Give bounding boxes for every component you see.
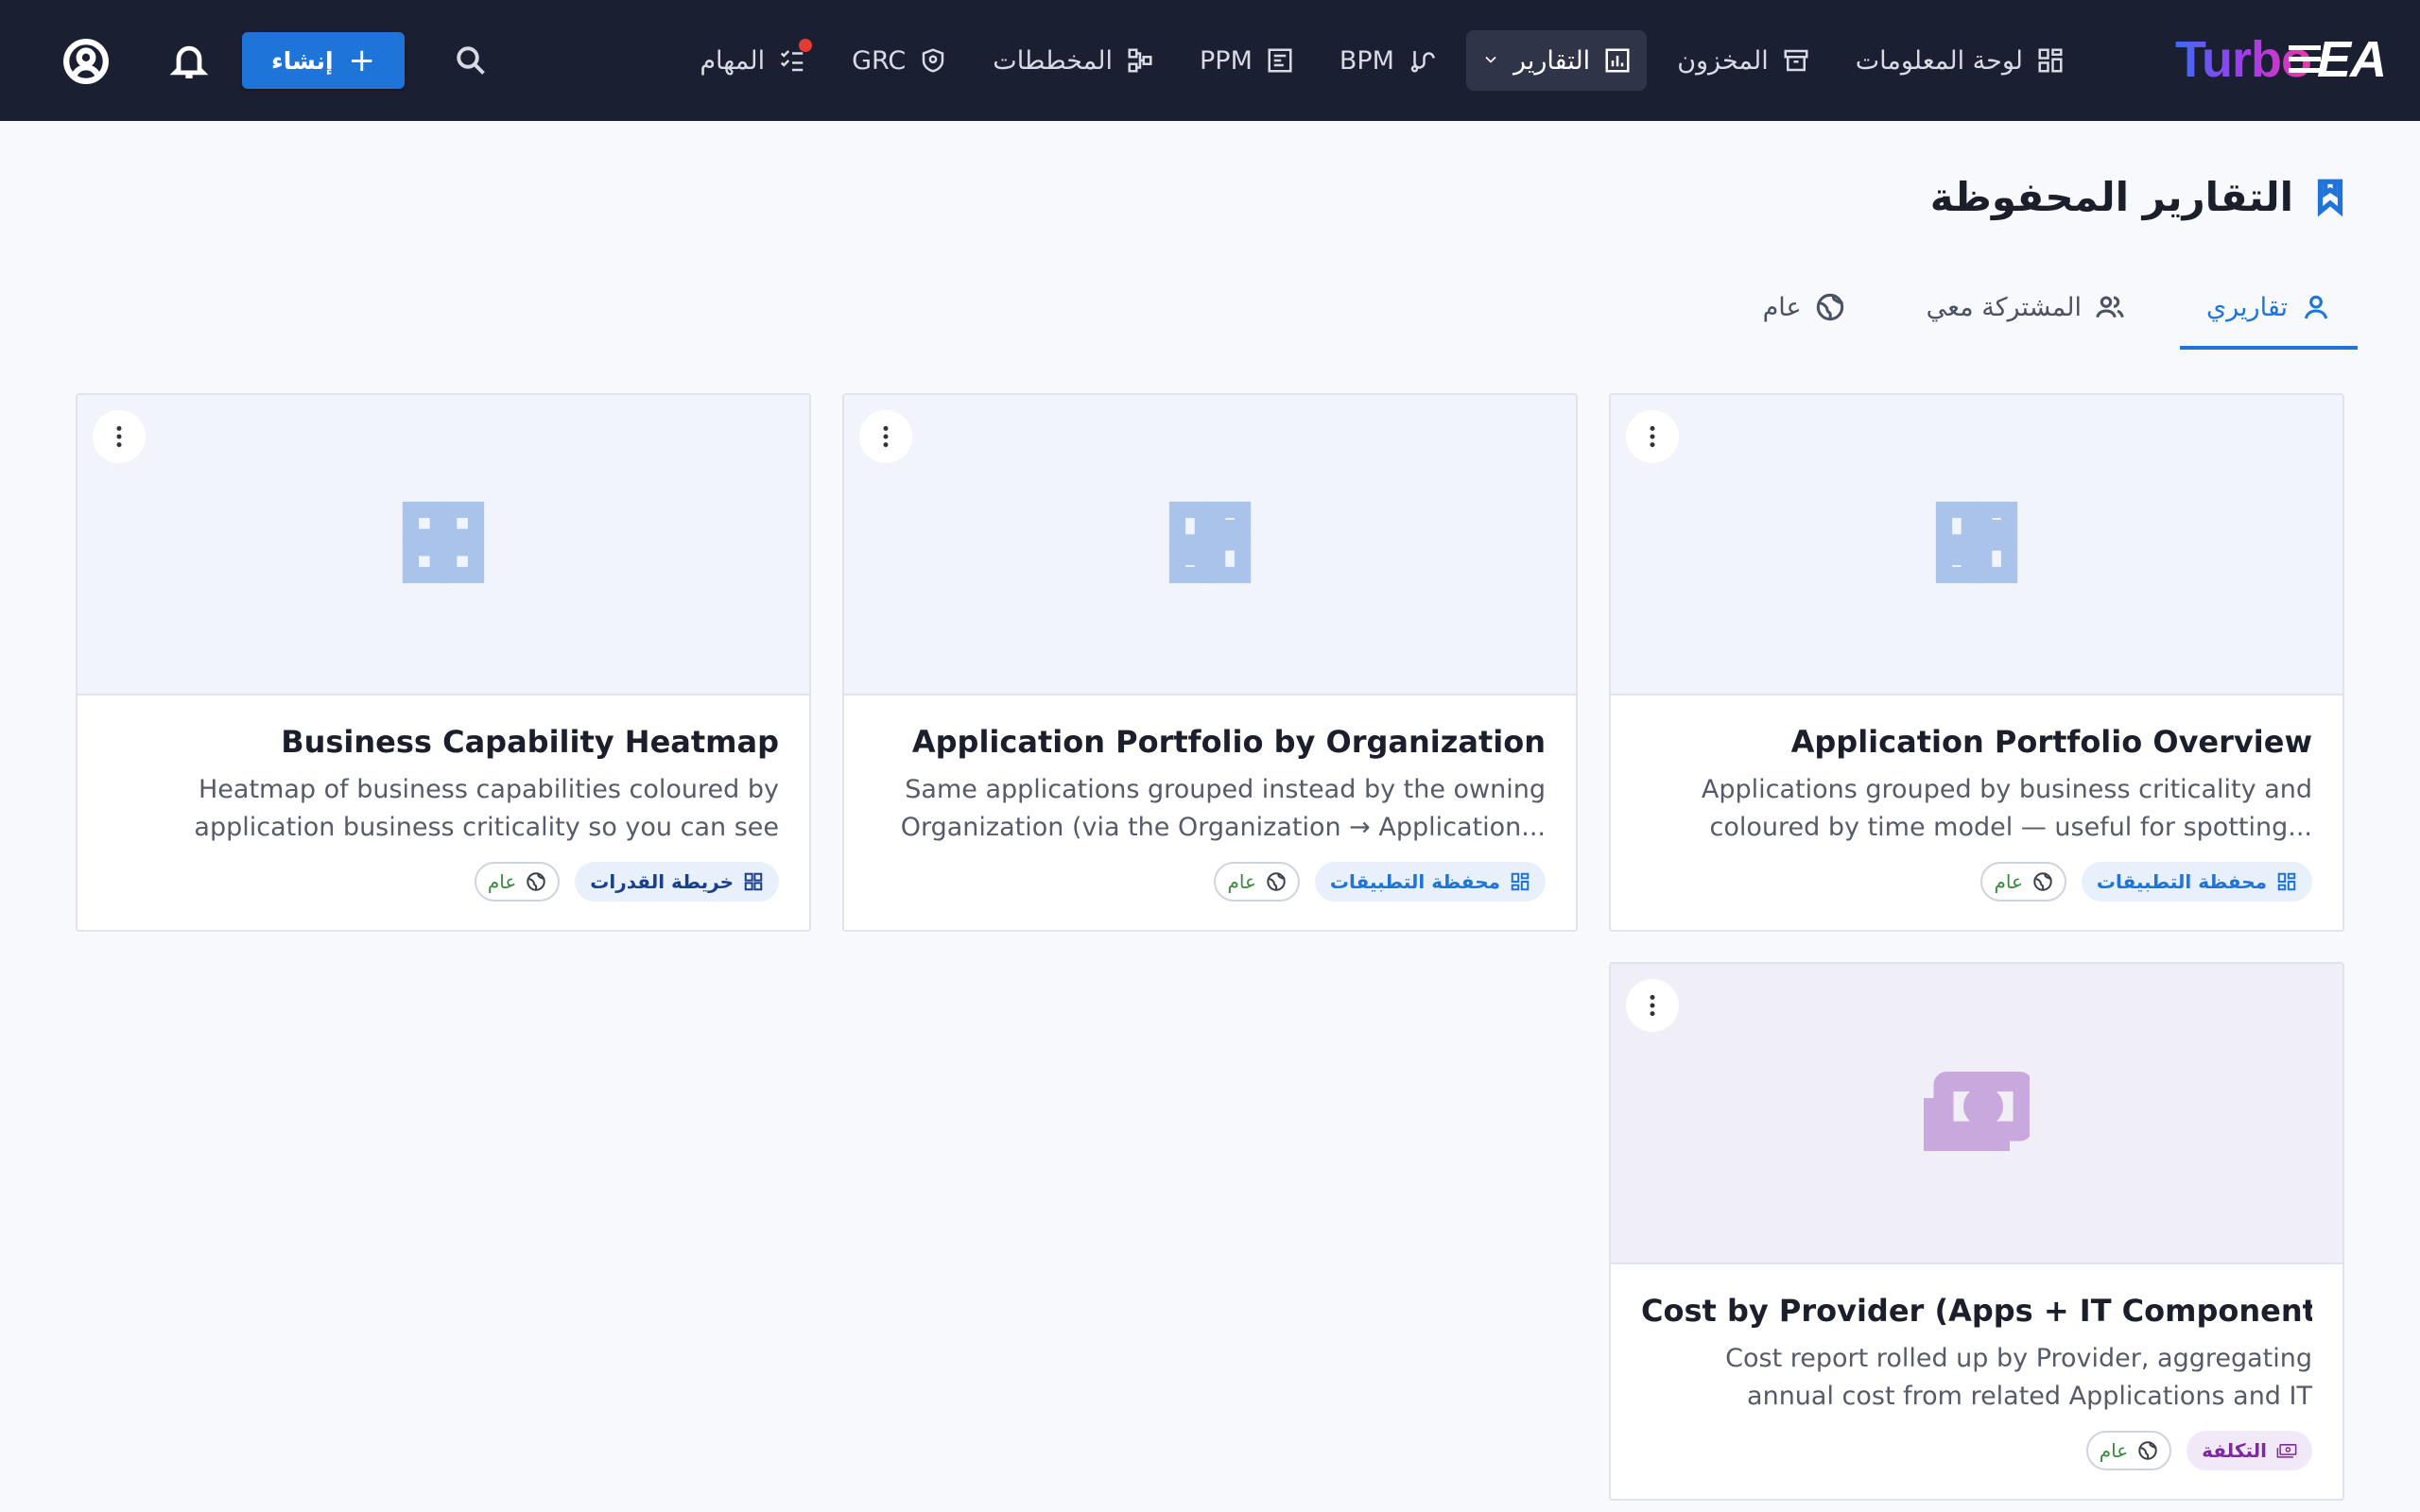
top-navigation-bar: Turbo EA لوحة المعلومات المخزون التقارير … <box>0 0 2420 121</box>
dashboard-icon <box>1167 499 1253 590</box>
nav-item-label: المهام <box>700 45 766 76</box>
report-description: Cost report rolled up by Provider, aggre… <box>1725 1344 2312 1411</box>
account-circle-icon <box>63 39 109 84</box>
payments-icon <box>1920 1072 2033 1155</box>
visibility-chip: عام <box>1980 862 2066 902</box>
notification-dot <box>799 39 813 52</box>
globe-icon <box>527 872 545 891</box>
report-title: Business Capability Heatmap <box>281 724 779 760</box>
tab-my-reports[interactable]: تقاريري <box>2180 265 2358 350</box>
visibility-chip: عام <box>1214 862 1300 902</box>
tab-label: عام <box>1762 292 1802 322</box>
globe-icon <box>1816 293 1843 321</box>
globe-icon <box>2138 1441 2157 1460</box>
report-tags: خريطة القدرات عام <box>108 862 779 902</box>
report-thumbnail <box>844 395 1576 696</box>
report-tags: محفظة التطبيقات عام <box>1641 862 2312 902</box>
report-card[interactable]: Application Portfolio by Organization Sa… <box>842 393 1578 932</box>
main-nav: لوحة المعلومات المخزون التقارير BPM PPM … <box>669 30 2080 91</box>
report-tabs: تقاريري المشتركة معي عام <box>1708 265 2358 350</box>
create-label: إنشاء <box>270 46 334 75</box>
tab-label: المشتركة معي <box>1926 292 2083 322</box>
nav-item-label: التقارير <box>1512 45 1591 76</box>
report-thumbnail <box>1611 395 2342 696</box>
bookmark-icon <box>2317 179 2343 217</box>
nav-item-inventory[interactable]: المخزون <box>1662 30 1825 91</box>
create-button[interactable]: + إنشاء <box>242 32 405 89</box>
visibility-chip: عام <box>474 862 561 902</box>
report-type-chip: التكلفة <box>2187 1431 2312 1470</box>
bell-icon <box>169 45 209 78</box>
more-options-button[interactable] <box>859 410 912 463</box>
tasks-icon-wrapper <box>778 39 813 75</box>
nav-item-reports[interactable]: التقارير <box>1465 30 1648 91</box>
nav-item-label: GRC <box>852 45 907 76</box>
process-icon <box>1410 51 1435 73</box>
visibility-chip: عام <box>2085 1431 2172 1470</box>
report-title: Application Portfolio Overview <box>1790 724 2312 760</box>
nav-item-label: المخططات <box>993 45 1113 76</box>
more-options-button[interactable] <box>93 410 146 463</box>
project-icon <box>1268 48 1292 73</box>
report-thumbnail <box>1611 964 2342 1264</box>
person-icon <box>2304 295 2328 319</box>
page-title: التقارير المحفوظة <box>1930 166 2350 227</box>
report-type-chip: محفظة التطبيقات <box>2081 862 2312 902</box>
more-options-button[interactable] <box>1626 410 1679 463</box>
report-title: Application Portfolio by Organization <box>911 724 1546 760</box>
nav-item-diagrams[interactable]: المخططات <box>977 30 1169 91</box>
nav-item-tasks[interactable]: المهام <box>684 30 821 91</box>
report-description: Heatmap of business capabilities coloure… <box>194 775 779 842</box>
globe-icon <box>2033 872 2052 891</box>
archive-icon <box>1784 49 1808 72</box>
report-description: Same applications grouped instead by the… <box>900 775 1546 842</box>
tab-label: تقاريري <box>2206 292 2288 322</box>
nav-item-dashboard[interactable]: لوحة المعلومات <box>1841 30 2080 91</box>
grid-view-icon <box>744 872 763 891</box>
grid-view-icon <box>400 499 487 590</box>
shield-icon <box>923 48 944 73</box>
notifications-button[interactable] <box>168 38 210 83</box>
nav-item-grc[interactable]: GRC <box>837 30 962 91</box>
more-vert-icon <box>116 425 122 448</box>
more-options-button[interactable] <box>1626 979 1679 1032</box>
nav-item-label: لوحة المعلومات <box>1855 45 2023 76</box>
nav-item-label: المخزون <box>1677 45 1769 76</box>
dashboard-icon <box>1933 499 2020 590</box>
tab-shared-with-me[interactable]: المشتركة معي <box>1900 265 2152 350</box>
more-vert-icon <box>883 425 889 448</box>
globe-icon <box>1267 872 1286 891</box>
report-title: Cost by Provider (Apps + IT Components) <box>1641 1293 2312 1329</box>
report-card[interactable]: Business Capability Heatmap Heatmap of b… <box>76 393 811 932</box>
report-type-chip: محفظة التطبيقات <box>1314 862 1546 902</box>
nav-item-bpm[interactable]: BPM <box>1324 30 1451 91</box>
report-thumbnail <box>78 395 809 696</box>
bar-chart-icon <box>1605 48 1630 73</box>
dashboard-icon <box>2277 872 2296 891</box>
report-tags: التكلفة عام <box>1641 1431 2312 1470</box>
people-icon <box>2096 296 2124 318</box>
app-logo[interactable]: Turbo EA <box>2175 28 2387 91</box>
nav-item-label: BPM <box>1339 45 1394 76</box>
nav-item-label: PPM <box>1200 45 1253 76</box>
dashboard-icon <box>2038 48 2063 73</box>
search-icon <box>457 46 485 75</box>
page-title-text: التقارير المحفوظة <box>1929 173 2293 220</box>
more-vert-icon <box>1650 425 1655 448</box>
payments-icon <box>2276 1444 2297 1458</box>
account-button[interactable] <box>62 38 110 85</box>
nav-item-ppm[interactable]: PPM <box>1184 30 1309 91</box>
chevron-down-icon <box>1481 46 1500 76</box>
diagram-icon <box>1128 48 1152 73</box>
report-tags: محفظة التطبيقات عام <box>874 862 1546 902</box>
tab-public[interactable]: عام <box>1737 265 1872 350</box>
report-card[interactable]: Application Portfolio Overview Applicati… <box>1609 393 2344 932</box>
report-description: Applications grouped by business critica… <box>1701 775 2312 842</box>
search-button[interactable] <box>450 40 492 81</box>
plus-icon: + <box>348 42 376 79</box>
report-type-chip: خريطة القدرات <box>575 862 779 902</box>
dashboard-icon <box>1511 872 1530 891</box>
more-vert-icon <box>1650 994 1655 1017</box>
report-card[interactable]: Cost by Provider (Apps + IT Components) … <box>1609 962 2344 1501</box>
